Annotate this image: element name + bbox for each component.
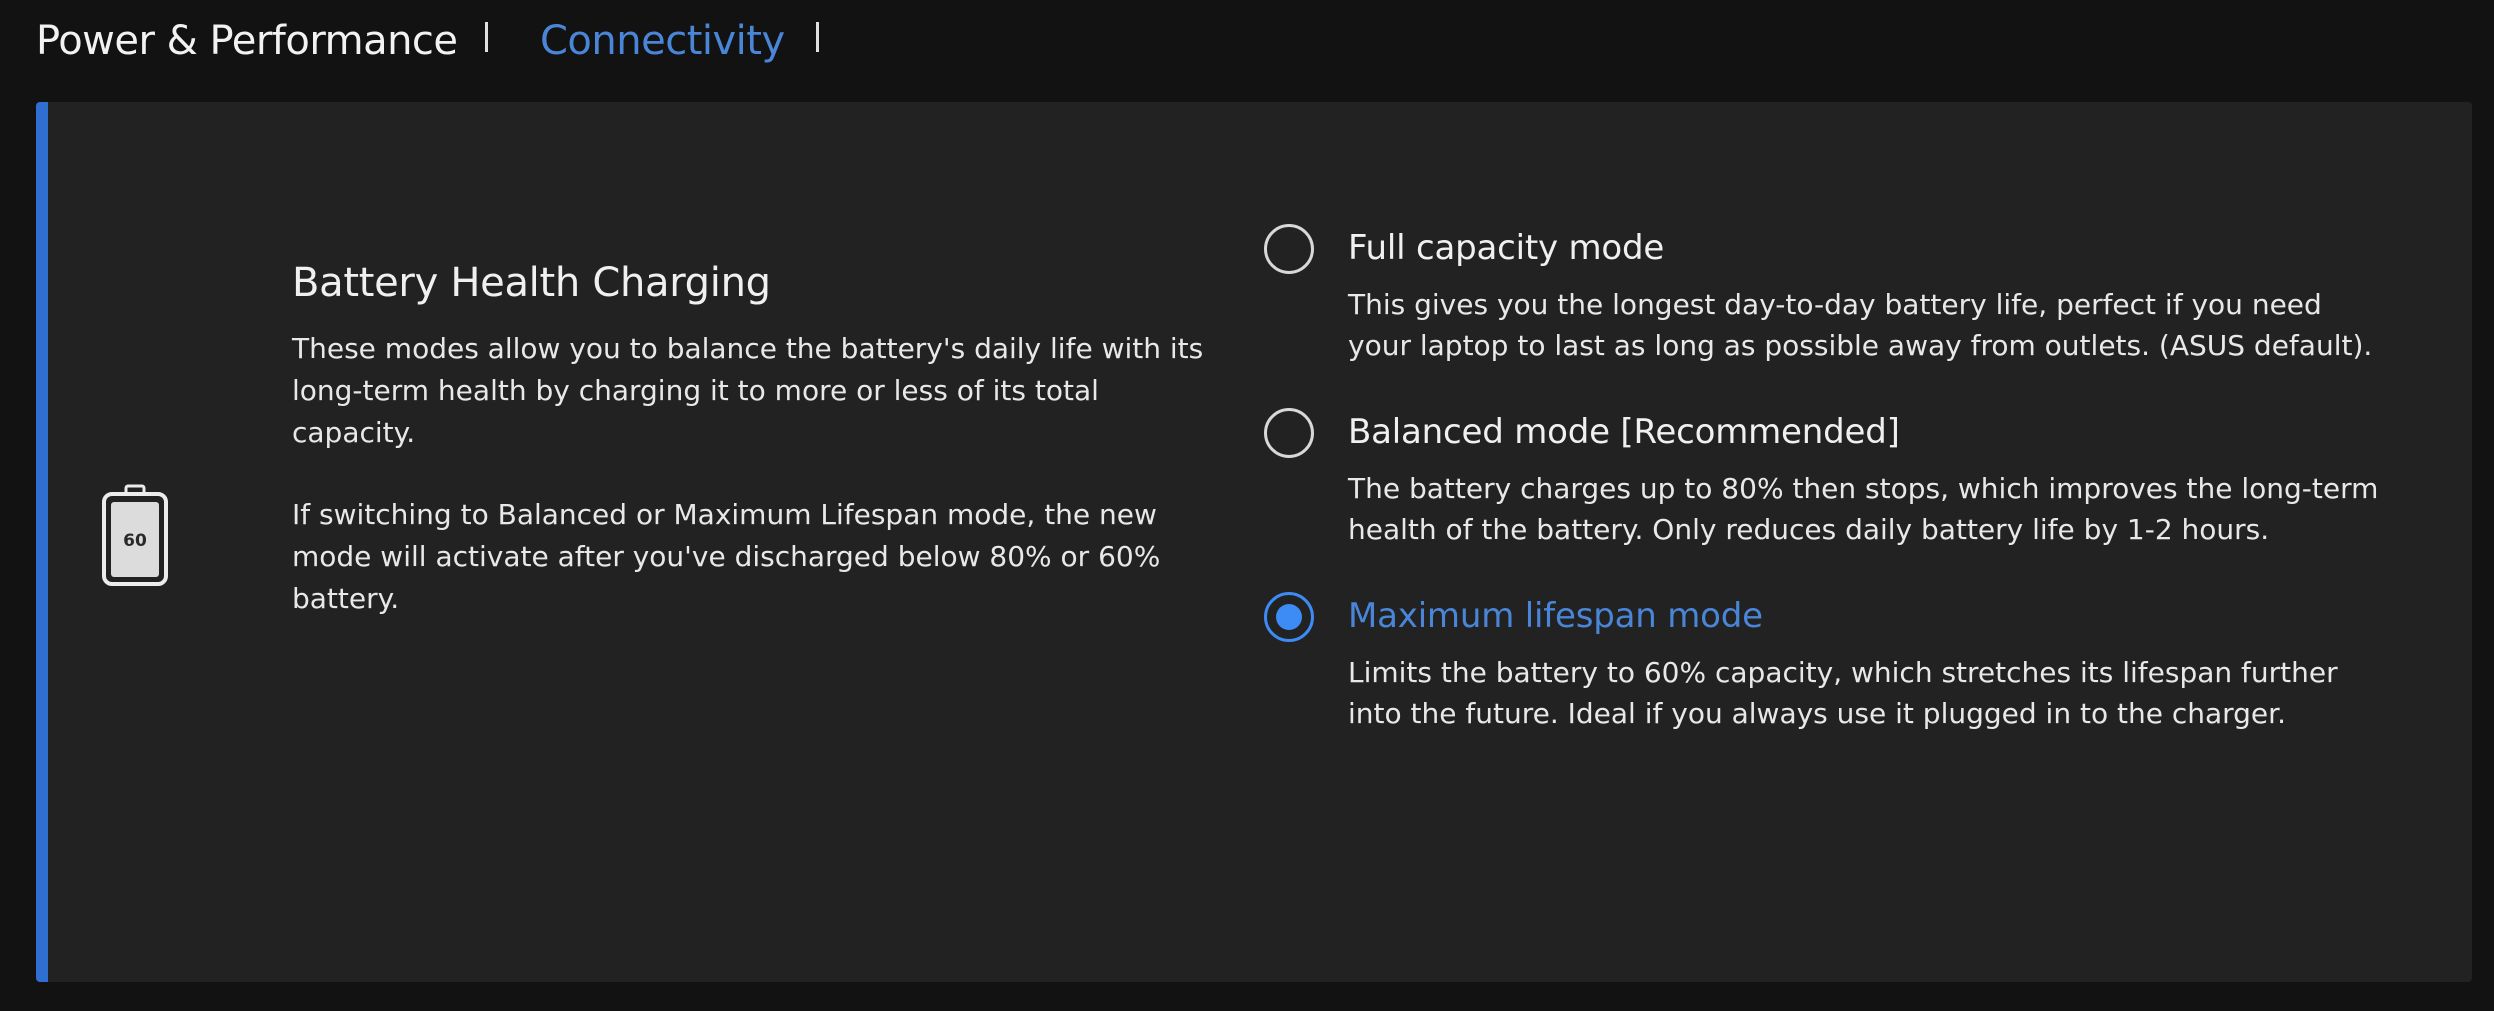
radio-full-capacity[interactable] bbox=[1264, 224, 1314, 274]
option-maximum-lifespan[interactable]: Maximum lifespan mode Limits the battery… bbox=[1264, 590, 2384, 734]
section-info: Battery Health Charging These modes allo… bbox=[292, 260, 1212, 660]
option-title: Maximum lifespan mode bbox=[1348, 596, 1763, 636]
option-full-capacity[interactable]: Full capacity mode This gives you the lo… bbox=[1264, 222, 2384, 366]
section-description: These modes allow you to balance the bat… bbox=[292, 332, 1204, 449]
option-balanced[interactable]: Balanced mode [Recommended] The battery … bbox=[1264, 406, 2384, 550]
radio-selected-dot bbox=[1276, 604, 1302, 630]
radio-maximum-lifespan[interactable] bbox=[1264, 592, 1314, 642]
charging-mode-options: Full capacity mode This gives you the lo… bbox=[1264, 222, 2384, 774]
battery-health-panel: 60 Battery Health Charging These modes a… bbox=[36, 102, 2472, 982]
option-description: The battery charges up to 80% then stops… bbox=[1348, 472, 2379, 546]
panel-accent-bar bbox=[36, 102, 48, 982]
top-tab-bar: Power & Performance Connectivity bbox=[0, 0, 2494, 90]
section-title: Battery Health Charging bbox=[292, 260, 771, 306]
option-title: Balanced mode [Recommended] bbox=[1348, 412, 1900, 452]
section-note: If switching to Balanced or Maximum Life… bbox=[292, 498, 1161, 615]
option-description: Limits the battery to 60% capacity, whic… bbox=[1348, 656, 2338, 730]
option-description: This gives you the longest day-to-day ba… bbox=[1348, 288, 2373, 362]
option-title: Full capacity mode bbox=[1348, 228, 1665, 268]
tab-power-performance[interactable]: Power & Performance bbox=[36, 18, 458, 64]
radio-balanced[interactable] bbox=[1264, 408, 1314, 458]
tab-connectivity[interactable]: Connectivity bbox=[540, 18, 785, 64]
battery-icon: 60 bbox=[102, 484, 168, 586]
battery-level-label: 60 bbox=[123, 531, 147, 551]
tab-separator bbox=[485, 22, 488, 52]
tab-separator bbox=[816, 22, 819, 52]
